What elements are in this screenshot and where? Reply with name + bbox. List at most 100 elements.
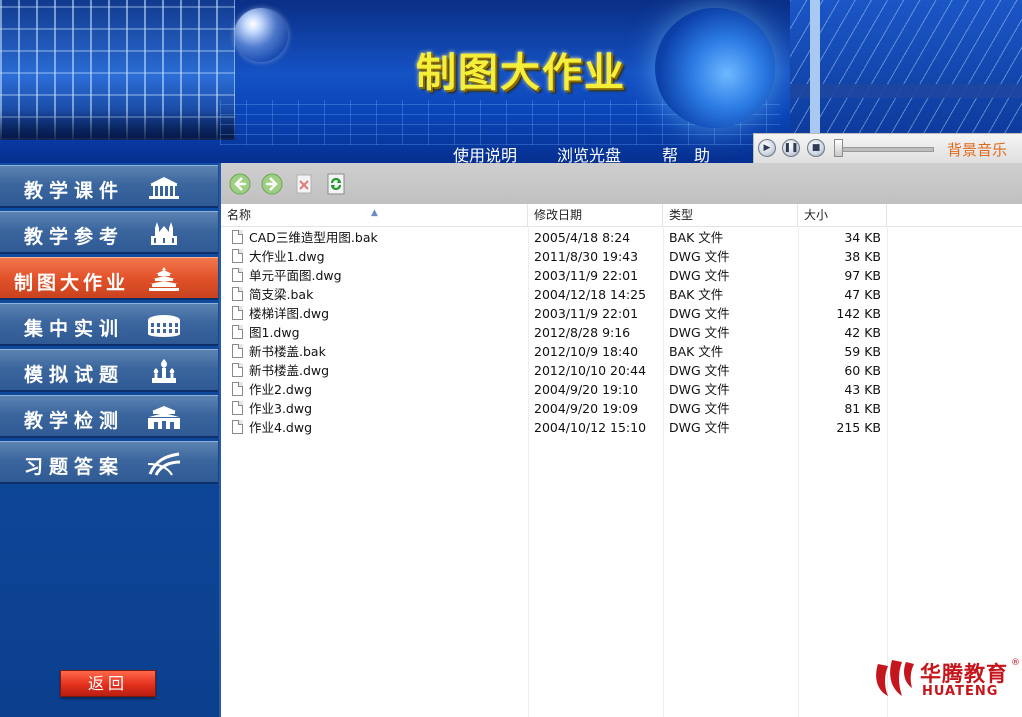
stop-icon[interactable]: ■ [807,139,825,157]
column-date[interactable]: 修改日期 [528,204,663,226]
file-row[interactable]: 楼梯详图.dwg 2003/11/9 22:01 DWG 文件 142 KB [221,304,1022,323]
huateng-logo: 华腾教育 HUATENG ® [868,654,1022,706]
file-date: 2003/11/9 22:01 [534,268,639,283]
volume-slider-handle[interactable] [834,139,843,157]
file-size: 47 KB [844,287,881,302]
volume-track[interactable] [842,147,934,152]
file-row[interactable]: 图1.dwg 2012/8/28 9:16 DWG 文件 42 KB [221,323,1022,342]
file-row[interactable]: 作业3.dwg 2004/9/20 19:09 DWG 文件 81 KB [221,399,1022,418]
file-date: 2004/10/12 15:10 [534,420,647,435]
file-date: 2004/9/20 19:10 [534,382,639,397]
file-icon [232,420,243,434]
pause-icon[interactable]: ❚❚ [782,139,800,157]
delete-icon[interactable] [293,173,315,195]
file-date: 2012/10/10 20:44 [534,363,647,378]
file-name: 单元平面图.dwg [249,268,342,283]
sidebar-item-mock-exam[interactable]: 模拟试题 [0,349,218,392]
colosseum-icon [148,315,180,337]
forward-icon[interactable] [261,173,283,195]
file-row[interactable]: 新书楼盖.dwg 2012/10/10 20:44 DWG 文件 60 KB [221,361,1022,380]
file-size: 60 KB [844,363,881,378]
file-row[interactable]: 单元平面图.dwg 2003/11/9 22:01 DWG 文件 97 KB [221,266,1022,285]
file-type: DWG 文件 [669,401,730,416]
back-button[interactable]: 返回 [60,670,156,697]
sidebar-item-training[interactable]: 集中实训 [0,303,218,346]
sidebar-item-reference[interactable]: 教学参考 [0,211,218,254]
file-row[interactable]: 简支梁.bak 2004/12/18 14:25 BAK 文件 47 KB [221,285,1022,304]
sidebar-item-drawing-assignment[interactable]: 制图大作业 [0,257,218,300]
refresh-icon[interactable] [325,173,347,195]
file-date: 2011/8/30 19:43 [534,249,639,264]
sidebar-item-label: 教学课件 [24,180,125,202]
file-date: 2012/8/28 9:16 [534,325,631,340]
sort-ascending-icon: ▲ [371,208,378,218]
file-date: 2005/4/18 8:24 [534,230,631,245]
music-player: ▶ ❚❚ ■ 背景音乐 [753,133,1022,164]
nav-instructions[interactable]: 使用说明 [453,142,517,163]
play-icon[interactable]: ▶ [758,139,776,157]
glass-building-image [0,0,235,140]
bridge-image [790,0,1022,140]
onion-dome-icon [152,359,176,383]
temple-of-heaven-icon [149,267,179,291]
file-type: DWG 文件 [669,268,730,283]
sidebar-item-label: 模拟试题 [24,364,125,386]
file-type: BAK 文件 [669,287,724,302]
file-row[interactable]: CAD三维造型用图.bak 2005/4/18 8:24 BAK 文件 34 KB [221,228,1022,247]
sidebar-item-label: 习题答案 [24,456,125,478]
column-name[interactable]: 名称 ▲ [221,204,528,226]
file-row[interactable]: 作业2.dwg 2004/9/20 19:10 DWG 文件 43 KB [221,380,1022,399]
nav-help[interactable]: 帮 助 [662,142,710,163]
file-type: DWG 文件 [669,306,730,321]
file-name: 楼梯详图.dwg [249,306,330,321]
column-header: 名称 ▲ 修改日期 类型 大小 [221,204,1022,227]
file-icon [232,230,243,244]
logo-text-en: HUATENG [922,684,999,699]
file-row[interactable]: 新书楼盖.bak 2012/10/9 18:40 BAK 文件 59 KB [221,342,1022,361]
file-date: 2004/12/18 14:25 [534,287,647,302]
file-name: CAD三维造型用图.bak [249,230,378,245]
globe-image [655,8,775,128]
music-label: 背景音乐 [947,141,1008,159]
bubble-image [234,8,288,62]
file-type: DWG 文件 [669,420,730,435]
sidebar-item-assessment[interactable]: 教学检测 [0,395,218,438]
sidebar-item-courseware[interactable]: 教学课件 [0,165,218,208]
file-icon [232,344,243,358]
file-size: 42 KB [844,325,881,340]
file-name: 简支梁.bak [249,287,314,302]
file-icon [232,306,243,320]
file-name: 作业4.dwg [249,420,313,435]
sidebar-item-label: 教学参考 [24,226,125,248]
sidebar: 教学课件 教学参考 制图大作业 集中实训 模拟试题 教学检测 习题答案 [0,163,219,717]
file-name: 新书楼盖.bak [249,344,326,359]
file-icon [232,382,243,396]
file-size: 81 KB [844,401,881,416]
file-icon [232,249,243,263]
column-size[interactable]: 大小 [798,204,887,226]
sidebar-item-label: 集中实训 [24,318,125,340]
file-explorer: 名称 ▲ 修改日期 类型 大小 CAD三维造型用图.bak 2005/4/18 8… [219,163,1022,717]
file-size: 59 KB [844,344,881,359]
file-row[interactable]: 大作业1.dwg 2011/8/30 19:43 DWG 文件 38 KB [221,247,1022,266]
file-icon [232,325,243,339]
file-row[interactable]: 作业4.dwg 2004/10/12 15:10 DWG 文件 215 KB [221,418,1022,437]
file-type: BAK 文件 [669,344,724,359]
file-type: DWG 文件 [669,325,730,340]
file-icon [232,363,243,377]
file-list: CAD三维造型用图.bak 2005/4/18 8:24 BAK 文件 34 KB 大作… [221,228,1022,437]
pavilion-icon [149,177,179,199]
file-icon [232,401,243,415]
file-size: 38 KB [844,249,881,264]
back-icon[interactable] [229,173,251,195]
file-size: 34 KB [844,230,881,245]
file-type: BAK 文件 [669,230,724,245]
palace-gate-icon [148,406,180,429]
column-type[interactable]: 类型 [663,204,798,226]
sidebar-item-label: 教学检测 [24,410,125,432]
registered-mark: ® [1011,658,1020,668]
sidebar-item-label: 制图大作业 [14,272,130,294]
sidebar-item-answers[interactable]: 习题答案 [0,441,218,484]
nav-browse-disc[interactable]: 浏览光盘 [557,142,621,163]
file-date: 2004/9/20 19:09 [534,401,639,416]
